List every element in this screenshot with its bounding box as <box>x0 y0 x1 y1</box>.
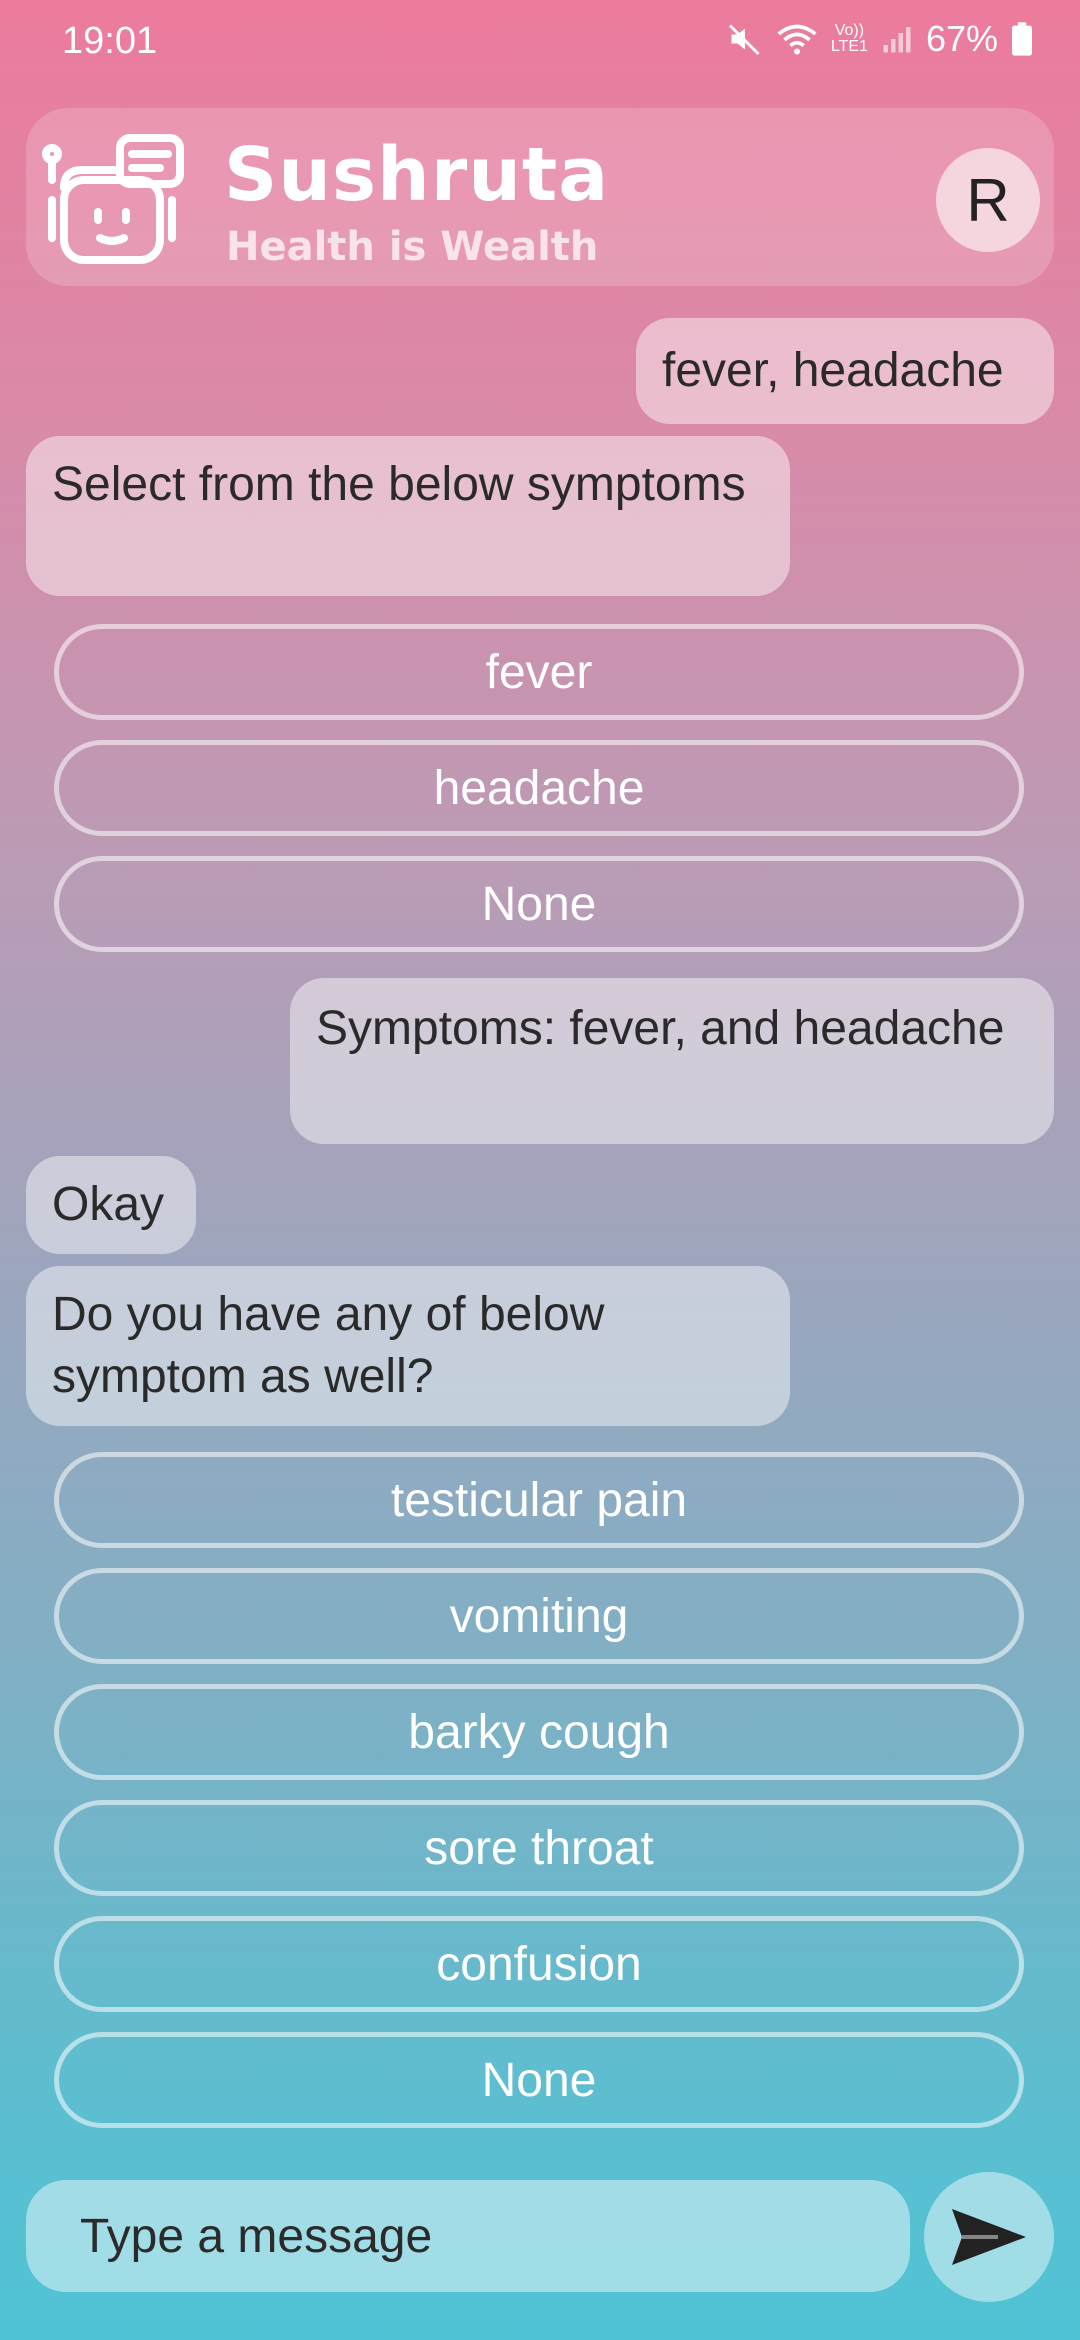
message-input[interactable]: Type a message <box>26 2180 910 2292</box>
user-avatar[interactable]: R <box>936 148 1040 252</box>
status-icons: Vo)) LTE1 67% <box>727 18 1032 60</box>
battery-percent: 67% <box>925 18 998 59</box>
robot-chat-icon <box>42 134 184 264</box>
bot-message: Do you have any of below symptom as well… <box>26 1266 790 1426</box>
symptom-option[interactable]: confusion <box>54 1916 1024 2012</box>
app-title: Sushruta <box>224 132 610 218</box>
status-bar: 19:01 Vo)) LTE1 67% <box>0 0 1080 84</box>
user-message: Symptoms: fever, and headache <box>290 978 1054 1144</box>
wifi-icon <box>777 24 817 55</box>
symptom-option[interactable]: barky cough <box>54 1684 1024 1780</box>
send-icon <box>952 2209 1026 2265</box>
mute-icon <box>728 24 760 56</box>
network-type: Vo)) LTE1 <box>830 22 868 55</box>
battery-icon <box>1012 22 1032 56</box>
app-header: Sushruta Health is Wealth R <box>26 108 1054 286</box>
signal-icon <box>883 27 911 53</box>
symptom-option[interactable]: testicular pain <box>54 1452 1024 1548</box>
app-subtitle: Health is Wealth <box>226 224 599 270</box>
symptom-option-none[interactable]: None <box>54 856 1024 952</box>
message-input-placeholder: Type a message <box>80 2209 433 2263</box>
bot-message: Okay <box>26 1156 196 1254</box>
symptom-option[interactable]: sore throat <box>54 1800 1024 1896</box>
symptom-option[interactable]: fever <box>54 624 1024 720</box>
symptom-option-none[interactable]: None <box>54 2032 1024 2128</box>
symptom-option[interactable]: vomiting <box>54 1568 1024 1664</box>
status-time: 19:01 <box>62 20 158 62</box>
bot-message: Select from the below symptoms <box>26 436 790 596</box>
user-message: fever, headache <box>636 318 1054 424</box>
symptom-option[interactable]: headache <box>54 740 1024 836</box>
send-button[interactable] <box>924 2172 1054 2302</box>
